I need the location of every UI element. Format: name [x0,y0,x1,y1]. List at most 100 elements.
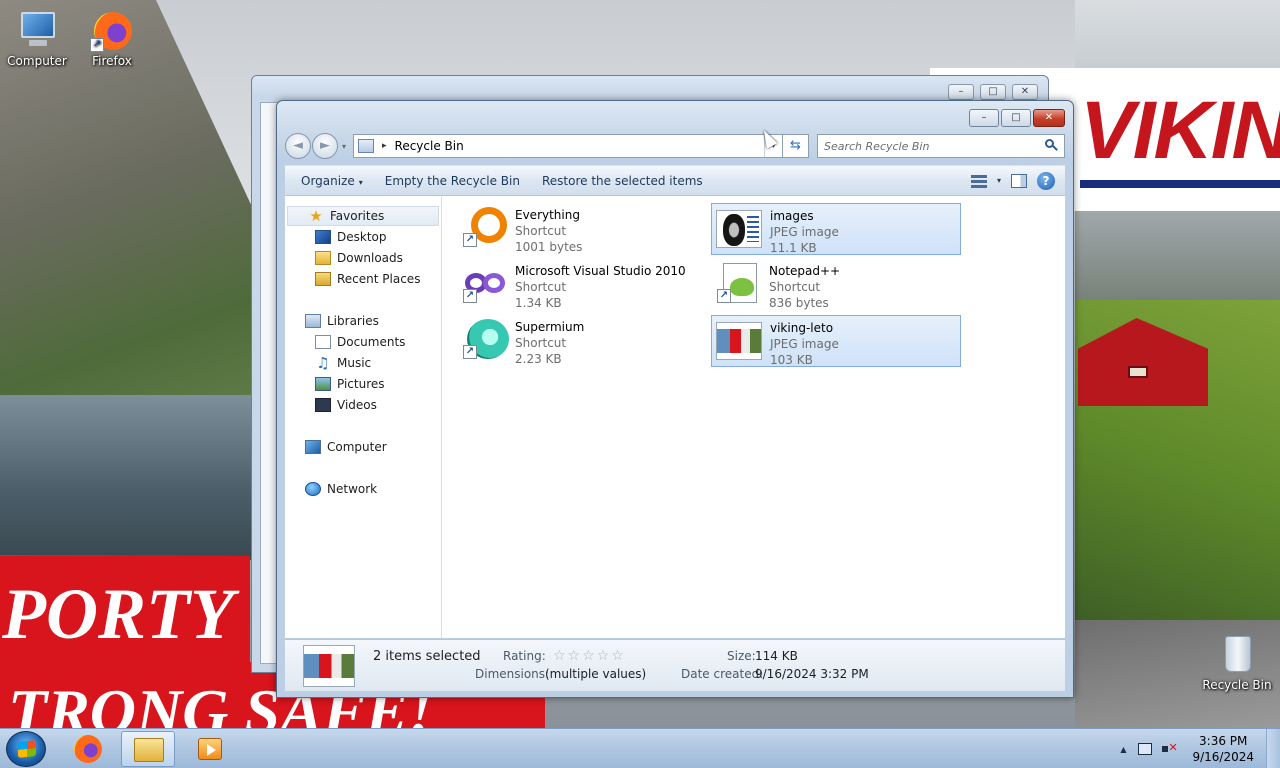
background-minimize-button[interactable]: – [948,84,974,100]
chevron-down-icon: ▾ [358,177,363,187]
size-label: Size: [727,649,756,663]
visual-studio-icon: ↗ [461,263,509,307]
file-name: Everything [515,208,580,222]
file-item-images[interactable]: images JPEG image 11.1 KB [711,203,961,255]
wallpaper-water [0,395,260,555]
network-icon [305,482,321,496]
file-name: Notepad++ [769,264,841,278]
firefox-icon: ↗ [90,8,134,52]
file-type: JPEG image [770,337,839,351]
nav-label: Computer [327,440,387,454]
nav-favorites[interactable]: ★ Favorites [287,206,439,226]
caption-buttons: – □ ✕ [969,109,1065,127]
desktop-icon [315,230,331,244]
explorer-window[interactable]: – □ ✕ ◄ ► ▾ ▸ Recycle Bin ▾ ⇆ Organize▾ … [276,100,1074,698]
shortcut-arrow-icon: ↗ [717,289,731,303]
view-options-dropdown[interactable]: ▾ [997,176,1001,185]
nav-computer[interactable]: Computer [285,437,441,457]
music-icon: ♫ [316,354,330,372]
file-item-visual-studio[interactable]: ↗ Microsoft Visual Studio 2010 Shortcut … [457,259,707,311]
back-button[interactable]: ◄ [285,133,311,159]
forward-button[interactable]: ► [312,133,338,159]
clock[interactable]: 3:36 PM 9/16/2024 [1192,733,1254,765]
nav-network[interactable]: Network [285,479,441,499]
file-name: images [770,209,814,223]
close-button[interactable]: ✕ [1033,109,1065,127]
change-view-icon[interactable] [970,174,987,188]
nav-downloads[interactable]: Downloads [285,248,441,268]
wallpaper-red-text-1: PORTY [2,574,234,654]
notepad-plus-plus-icon: ↗ [715,263,763,307]
dimensions-label: Dimensions: [475,667,550,681]
nav-label: Libraries [327,314,379,328]
address-bar[interactable]: ▸ Recycle Bin ▾ [353,134,783,158]
file-size: 1.34 KB [515,296,562,310]
nav-desktop[interactable]: Desktop [285,227,441,247]
file-type: JPEG image [770,225,839,239]
taskbar-media-player[interactable] [183,731,237,767]
background-close-button[interactable]: ✕ [1012,84,1038,100]
desktop-icon-computer[interactable]: Computer [2,8,72,68]
maximize-button[interactable]: □ [1001,109,1031,127]
nav-pictures[interactable]: Pictures [285,374,441,394]
refresh-button[interactable]: ⇆ [783,134,809,158]
search-box[interactable] [817,134,1065,158]
nav-music[interactable]: ♫ Music [285,353,441,373]
file-item-notepad-plus-plus[interactable]: ↗ Notepad++ Shortcut 836 bytes [711,259,961,311]
rating-stars[interactable]: ☆☆☆☆☆ [553,648,626,664]
breadcrumb-separator[interactable]: ▸ [382,141,387,151]
wallpaper-house-window [1128,366,1148,378]
file-type: Shortcut [515,280,567,294]
everything-icon: ↗ [461,207,509,251]
organize-button[interactable]: Organize ▾ [293,170,371,192]
navigation-pane[interactable]: ★ Favorites Desktop Downloads Recent Pla… [285,196,442,638]
network-status-icon[interactable] [1138,743,1153,755]
windows-logo-icon [18,740,36,758]
show-desktop-button[interactable] [1266,729,1280,768]
file-info: viking-leto JPEG image 103 KB [770,320,839,368]
minimize-button[interactable]: – [969,109,999,127]
file-item-viking-leto[interactable]: viking-leto JPEG image 103 KB [711,315,961,367]
background-maximize-button[interactable]: □ [980,84,1006,100]
nav-recent-places[interactable]: Recent Places [285,269,441,289]
volume-muted-icon[interactable]: ✕ [1162,741,1178,755]
recycle-bin-icon [1215,632,1259,676]
desktop-icon-recycle-bin[interactable]: Recycle Bin [1202,632,1272,692]
firefox-icon [74,735,102,763]
file-item-everything[interactable]: ↗ Everything Shortcut 1001 bytes [457,203,707,255]
restore-selected-items-button[interactable]: Restore the selected items [534,170,711,192]
search-icon[interactable] [1044,139,1058,153]
recent-pages-dropdown[interactable]: ▾ [339,142,349,151]
shortcut-arrow-icon: ↗ [90,38,104,52]
search-input[interactable] [824,139,1044,153]
wallpaper-banner-text: VIKING [1080,85,1280,176]
nav-documents[interactable]: Documents [285,332,441,352]
rating-label: Rating: [503,649,546,663]
shortcut-arrow-icon: ↗ [463,233,477,247]
file-name: viking-leto [770,321,834,335]
downloads-icon [315,251,331,265]
file-info: Everything Shortcut 1001 bytes [515,207,582,255]
date-created-label: Date created: [681,667,764,681]
image-thumbnail [716,208,764,252]
file-item-supermium[interactable]: ↗ Supermium Shortcut 2.23 KB [457,315,707,367]
taskbar-firefox[interactable] [60,731,114,767]
desktop-icon-label: Firefox [92,54,132,68]
preview-pane-icon[interactable] [1011,173,1027,188]
nav-label: Favorites [330,209,385,223]
nav-libraries[interactable]: Libraries [285,311,441,331]
file-list[interactable]: ↗ Everything Shortcut 1001 bytes images … [443,196,1065,638]
desktop-icon-firefox[interactable]: ↗ Firefox [77,8,147,68]
media-player-icon [198,738,222,760]
file-type: Shortcut [515,336,567,350]
taskbar-windows-explorer[interactable] [121,731,175,767]
empty-recycle-bin-button[interactable]: Empty the Recycle Bin [377,170,528,192]
recent-places-icon [315,272,331,286]
show-hidden-icons-button[interactable]: ▲ [1120,745,1126,754]
help-icon[interactable]: ? [1037,171,1055,190]
start-button[interactable] [6,731,46,767]
nav-videos[interactable]: Videos [285,395,441,415]
breadcrumb-recycle-bin[interactable]: Recycle Bin [395,139,764,153]
videos-icon [315,398,331,412]
organize-label: Organize [301,173,355,188]
